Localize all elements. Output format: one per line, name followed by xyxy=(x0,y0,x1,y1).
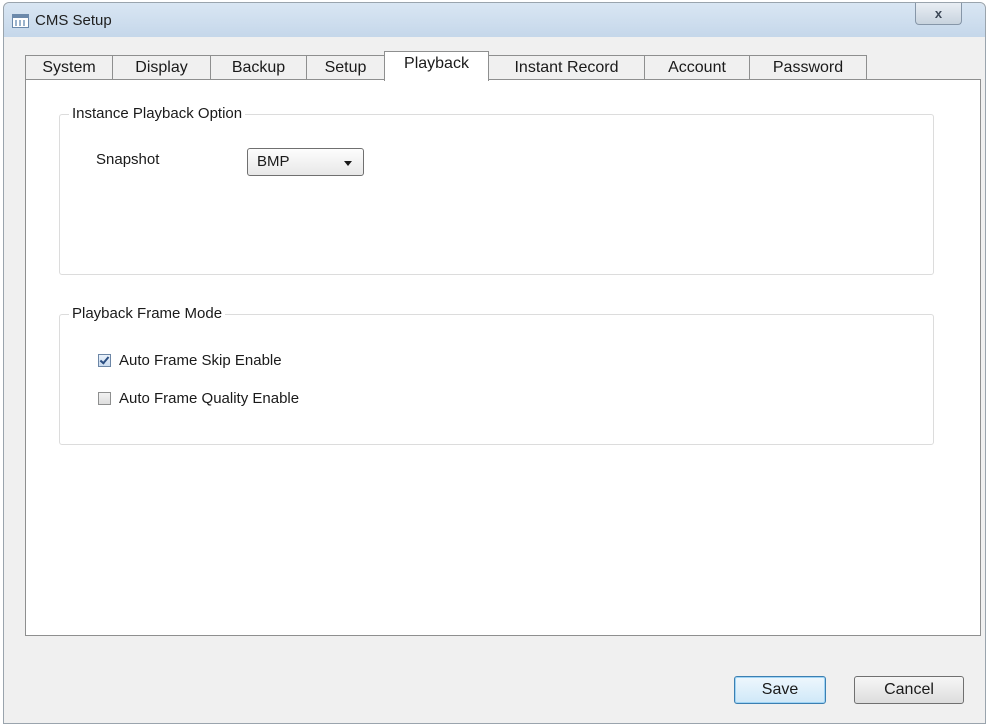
tab-password[interactable]: Password xyxy=(749,55,867,79)
playback-tab-panel: Instance Playback Option Snapshot BMP Pl… xyxy=(25,79,981,636)
snapshot-format-select[interactable]: BMP xyxy=(247,148,364,176)
tab-instant-record[interactable]: Instant Record xyxy=(488,55,645,79)
check-icon[interactable] xyxy=(98,354,111,367)
auto-frame-skip-option[interactable]: Auto Frame Skip Enable xyxy=(98,352,282,369)
save-button[interactable]: Save xyxy=(734,676,826,704)
grid-app-icon xyxy=(12,14,29,28)
close-icon[interactable]: x xyxy=(915,3,962,25)
cancel-button[interactable]: Cancel xyxy=(854,676,964,704)
checkbox-unchecked[interactable] xyxy=(98,392,111,405)
tab-system[interactable]: System xyxy=(25,55,113,79)
group-legend: Playback Frame Mode xyxy=(69,305,226,322)
playback-frame-mode-group: Playback Frame Mode Auto Frame Skip Enab… xyxy=(59,305,934,445)
dialog-client-area: System Display Backup Setup Playback Ins… xyxy=(11,37,981,723)
auto-frame-quality-option[interactable]: Auto Frame Quality Enable xyxy=(98,390,299,407)
cms-setup-window: CMS Setup x System Display Backup Setup … xyxy=(3,2,986,724)
auto-frame-quality-label: Auto Frame Quality Enable xyxy=(119,390,300,407)
title-bar[interactable]: CMS Setup x xyxy=(4,3,985,37)
window-title: CMS Setup xyxy=(35,12,112,29)
tab-account[interactable]: Account xyxy=(644,55,750,79)
tab-setup[interactable]: Setup xyxy=(306,55,385,79)
tab-backup[interactable]: Backup xyxy=(210,55,307,79)
tab-display[interactable]: Display xyxy=(112,55,211,79)
tab-playback[interactable]: Playback xyxy=(384,51,489,81)
chevron-down-icon xyxy=(344,161,352,166)
instance-playback-option-group: Instance Playback Option Snapshot BMP xyxy=(59,105,934,275)
auto-frame-skip-label: Auto Frame Skip Enable xyxy=(119,352,282,369)
snapshot-format-value: BMP xyxy=(257,153,290,170)
group-legend: Instance Playback Option xyxy=(69,105,246,122)
snapshot-label: Snapshot xyxy=(96,151,160,168)
